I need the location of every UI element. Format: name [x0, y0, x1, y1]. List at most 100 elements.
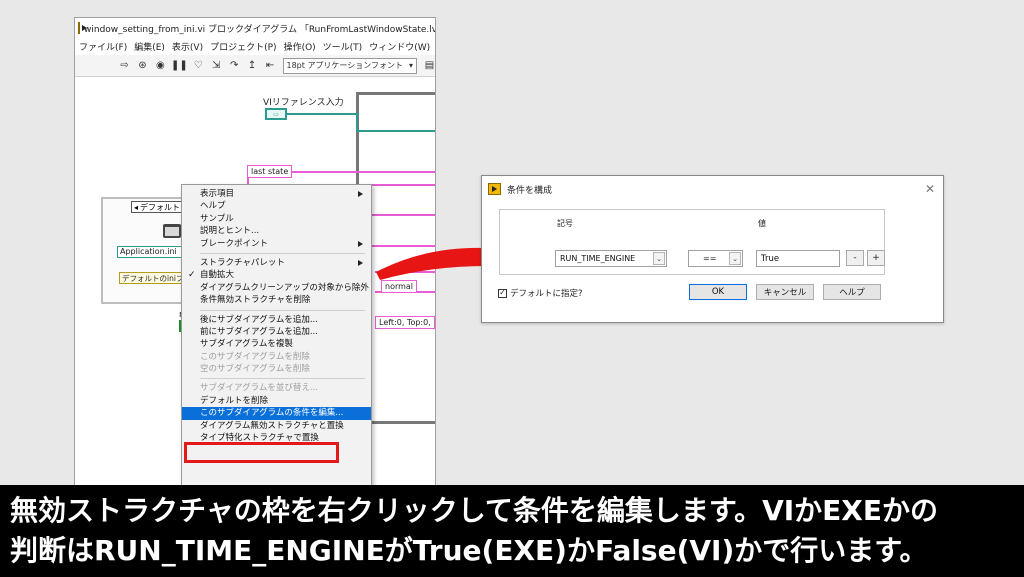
- menu-item-label: 後にサブダイアグラムを追加...: [200, 314, 318, 325]
- font-select[interactable]: 18pt アプリケーションフォント ▾: [282, 57, 418, 74]
- step-into-icon[interactable]: ⇲: [211, 59, 222, 72]
- cancel-button[interactable]: キャンセル: [756, 284, 814, 300]
- submenu-arrow-icon: [358, 259, 363, 266]
- configure-condition-dialog: 条件を構成 ✕ 記号 値 RUN_TIME_ENGINE ⌄ == ⌄ True…: [481, 175, 944, 323]
- ok-button[interactable]: OK: [689, 284, 747, 300]
- toolbar: ⇨ ⊛ ◉ ❚❚ ♡ ⇲ ↷ ↥ ⇤ 18pt アプリケーションフォント ▾ ▤: [75, 55, 435, 77]
- file-path-icon: [163, 224, 181, 238]
- menu-separator: [200, 252, 365, 254]
- distribute-icon[interactable]: ▤: [424, 59, 435, 72]
- condition-group: 記号 値 RUN_TIME_ENGINE ⌄ == ⌄ True - +: [499, 209, 885, 275]
- window-titlebar: window_setting_from_ini.vi ブロックダイアグラム 「R…: [75, 18, 435, 38]
- menu-item-breakpoint[interactable]: ブレークポイント: [182, 238, 371, 250]
- menu-item-label: 自動拡大: [200, 270, 235, 281]
- add-condition-button[interactable]: +: [867, 250, 885, 266]
- menu-item-label: サンプル: [200, 213, 234, 224]
- window-title: window_setting_from_ini.vi ブロックダイアグラム 「R…: [84, 24, 435, 35]
- menu-item-exclude-cleanup[interactable]: ダイアグラムクリーンアップの対象から除外: [182, 282, 371, 294]
- menu-item-delete-subdiagram: このサブダイアグラムを削除: [182, 351, 371, 363]
- symbol-combo-value: RUN_TIME_ENGINE: [560, 254, 636, 263]
- value-field-text: True: [761, 253, 780, 264]
- menu-item-label: サブダイアグラムを複製: [200, 339, 293, 350]
- menu-item-label: 条件無効ストラクチャを削除: [200, 295, 311, 306]
- operator-combo[interactable]: == ⌄: [688, 250, 743, 267]
- caption-banner: 無効ストラクチャの枠を右クリックして条件を編集します。VIかEXEかの 判断はR…: [0, 485, 1024, 577]
- menu-item-examples[interactable]: サンプル: [182, 213, 371, 225]
- menu-item-add-subdiagram-before[interactable]: 前にサブダイアグラムを追加...: [182, 326, 371, 338]
- chevron-down-icon: ▾: [409, 61, 414, 70]
- menu-item-label: ダイアグラムクリーンアップの対象から除外: [200, 282, 369, 293]
- menu-view[interactable]: 表示(V): [172, 40, 203, 53]
- wire: [291, 171, 435, 173]
- font-select-value: 18pt アプリケーションフォント: [286, 61, 404, 70]
- menu-item-label: 説明とヒント...: [200, 226, 260, 237]
- menu-item-label: ストラクチャパレット: [200, 257, 285, 268]
- menu-item-label: ダイアグラム無効ストラクチャと置換: [200, 420, 344, 431]
- menu-item-label: サブダイアグラムを並び替え...: [200, 383, 318, 394]
- pause-icon[interactable]: ❚❚: [171, 59, 188, 72]
- remove-condition-button[interactable]: -: [846, 250, 864, 266]
- wire: [287, 113, 359, 115]
- wire: [356, 130, 435, 132]
- step-out-icon[interactable]: ↥: [247, 59, 258, 72]
- run-arrow-icon[interactable]: ⇨: [119, 59, 130, 72]
- abort-icon[interactable]: ◉: [155, 59, 166, 72]
- menu-item-label: 空のサブダイアグラムを削除: [200, 364, 310, 375]
- menu-item-label: 表示項目: [200, 189, 235, 199]
- menu-item-description[interactable]: 説明とヒント...: [182, 225, 371, 237]
- app-ini-constant[interactable]: Application.ini: [117, 246, 187, 258]
- menu-item-add-subdiagram-after[interactable]: 後にサブダイアグラムを追加...: [182, 314, 371, 326]
- chevron-down-icon[interactable]: ⌄: [729, 252, 741, 265]
- caption-line-2: 判断はRUN_TIME_ENGINEがTrue(EXE)かFalse(VI)かで…: [10, 534, 928, 567]
- menu-item-replace-diagram-disable[interactable]: ダイアグラム無効ストラクチャと置換: [182, 420, 371, 432]
- left-top-constant[interactable]: Left:0, Top:0,: [375, 316, 435, 329]
- default-ini-label: デフォルトのiniフ: [119, 272, 185, 284]
- menu-item-auto-grow[interactable]: ✓ 自動拡大: [182, 269, 371, 281]
- menu-separator: [200, 309, 365, 311]
- value-column-header: 値: [758, 219, 766, 228]
- decrement-icon[interactable]: ◂: [134, 203, 138, 212]
- menu-item-label: このサブダイアグラムの条件を編集...: [200, 408, 344, 419]
- menu-item-label: このサブダイアグラムを削除: [200, 351, 310, 362]
- align-icon[interactable]: ⇤: [265, 59, 276, 72]
- menu-item-delete-empty-subdiagrams: 空のサブダイアグラムを削除: [182, 363, 371, 375]
- labview-vi-icon: [488, 183, 501, 195]
- menu-item-help[interactable]: ヘルプ: [182, 200, 371, 212]
- menu-item-label: 前にサブダイアグラムを追加...: [200, 326, 318, 337]
- menu-item-edit-condition[interactable]: このサブダイアグラムの条件を編集...: [182, 407, 371, 420]
- menu-item-remove-structure[interactable]: 条件無効ストラクチャを削除: [182, 294, 371, 306]
- chevron-down-icon[interactable]: ⌄: [653, 252, 665, 265]
- symbol-combo[interactable]: RUN_TIME_ENGINE ⌄: [555, 250, 667, 267]
- menu-file[interactable]: ファイル(F): [79, 40, 127, 53]
- checkmark-icon: ✓: [188, 270, 196, 281]
- menu-item-structures-palette[interactable]: ストラクチャパレット: [182, 257, 371, 269]
- menu-item-label: ヘルプ: [200, 201, 226, 212]
- menu-separator: [200, 378, 365, 380]
- default-checkbox[interactable]: ✓ デフォルトに指定?: [498, 287, 583, 299]
- highlight-bulb-icon[interactable]: ♡: [193, 59, 204, 72]
- menu-item-label: ブレークポイント: [200, 238, 269, 249]
- value-field[interactable]: True: [756, 250, 840, 267]
- dialog-title: 条件を構成: [507, 185, 553, 196]
- caption-line-1: 無効ストラクチャの枠を右クリックして条件を編集します。VIかEXEかの: [10, 494, 939, 527]
- last-state-constant[interactable]: last state: [247, 165, 293, 178]
- submenu-arrow-icon: [358, 191, 363, 197]
- menu-item-remove-default[interactable]: デフォルトを削除: [182, 395, 371, 407]
- help-button[interactable]: ヘルプ: [823, 284, 881, 300]
- wire: [356, 114, 358, 132]
- vi-ref-terminal[interactable]: ▭: [265, 108, 287, 120]
- close-icon[interactable]: ✕: [925, 182, 935, 196]
- menu-item-rearrange: サブダイアグラムを並び替え...: [182, 382, 371, 394]
- dialog-titlebar: 条件を構成: [482, 176, 943, 202]
- step-over-icon[interactable]: ↷: [229, 59, 240, 72]
- menu-operate[interactable]: 操作(O): [284, 40, 316, 53]
- menu-edit[interactable]: 編集(E): [134, 40, 165, 53]
- menu-tools[interactable]: ツール(T): [323, 40, 363, 53]
- checkbox-checked-icon[interactable]: ✓: [498, 288, 507, 298]
- menu-item-duplicate-subdiagram[interactable]: サブダイアグラムを複製: [182, 338, 371, 350]
- menu-project[interactable]: プロジェクト(P): [210, 40, 276, 53]
- menu-item-visible-items[interactable]: 表示項目: [182, 188, 371, 200]
- retain-wire-icon[interactable]: ⊛: [137, 59, 148, 72]
- menu-item-label: デフォルトを削除: [200, 395, 269, 406]
- menu-window[interactable]: ウィンドウ(W): [369, 40, 430, 53]
